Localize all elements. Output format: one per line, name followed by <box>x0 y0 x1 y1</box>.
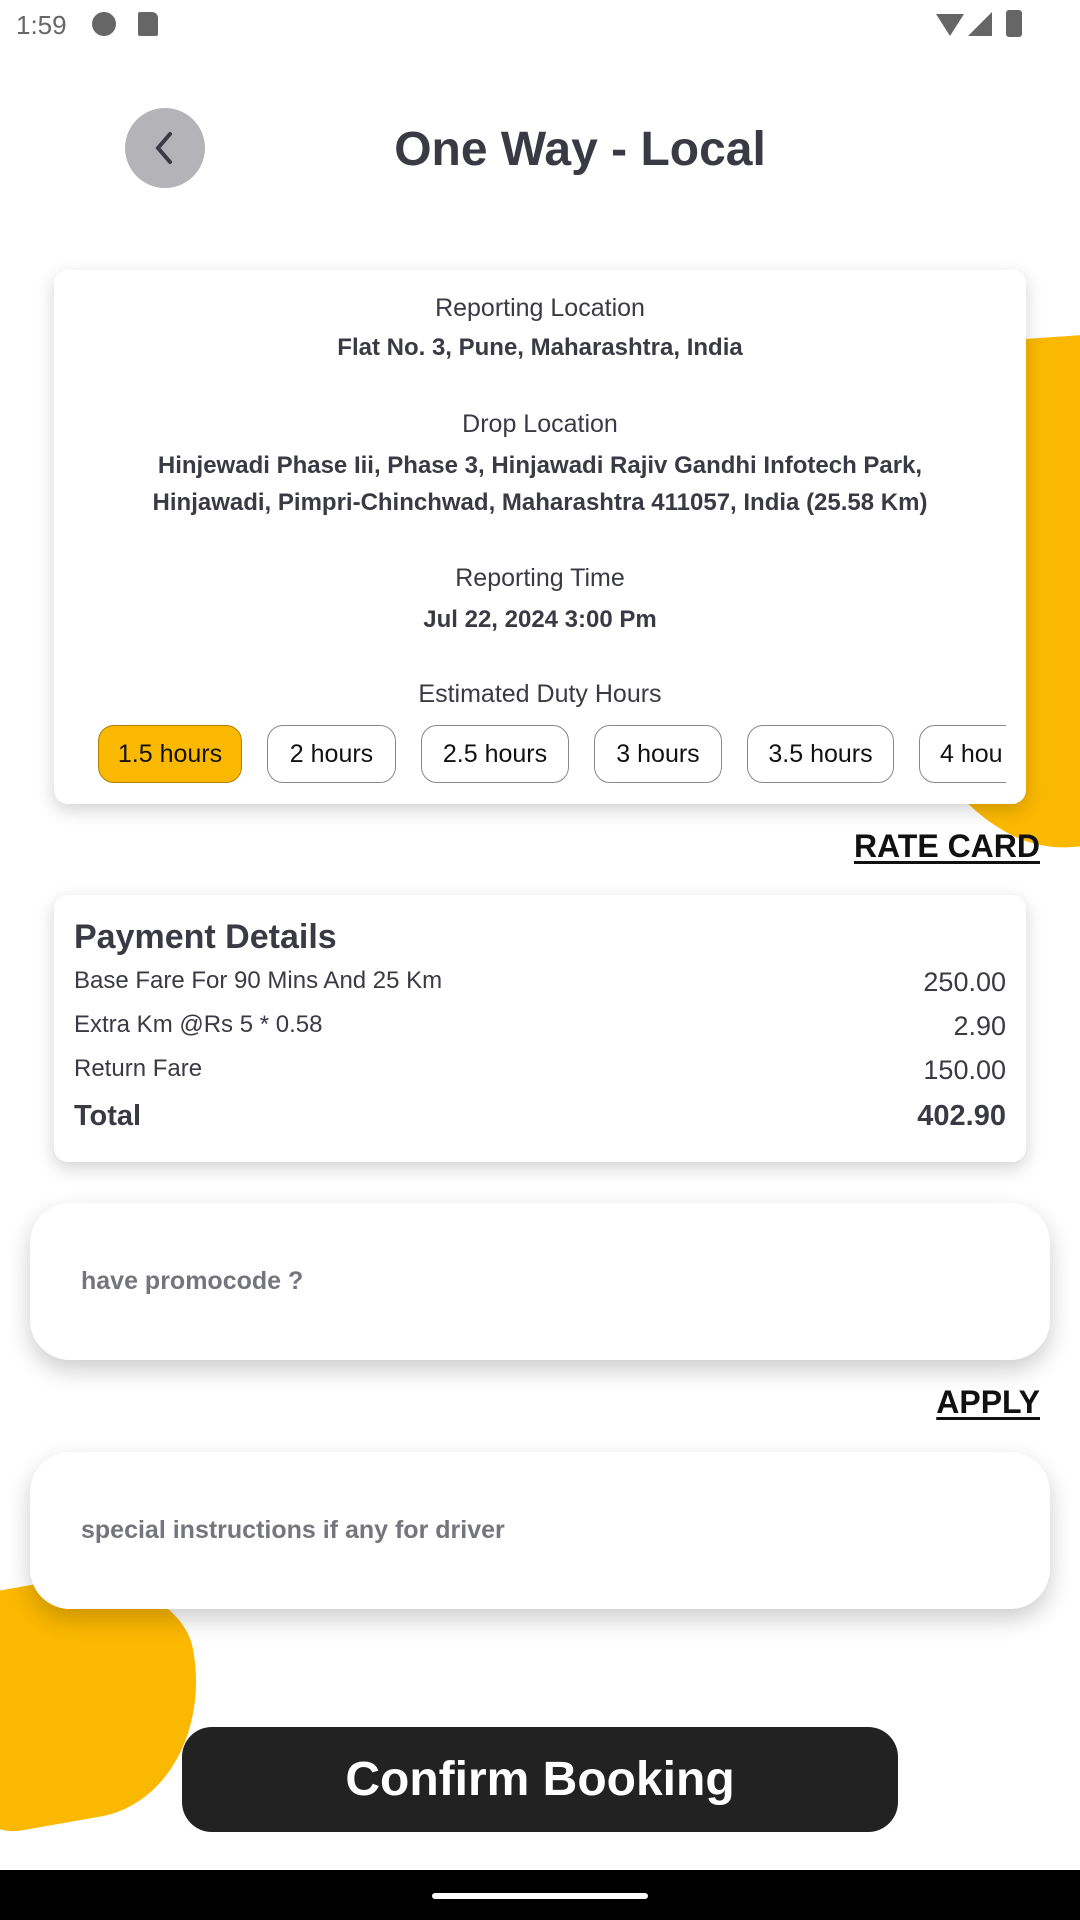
payment-title: Payment Details <box>74 918 337 956</box>
instructions-placeholder: special instructions if any for driver <box>81 1516 505 1544</box>
row-amount: 150.00 <box>923 1055 1006 1085</box>
duty-hours-scroller[interactable]: 1.5 hours 2 hours 2.5 hours 3 hours 3.5 … <box>54 270 1006 804</box>
confirm-booking-button[interactable]: Confirm Booking <box>182 1727 898 1832</box>
face-icon <box>92 12 116 36</box>
sd-card-icon <box>138 12 158 36</box>
promocode-placeholder: have promocode ? <box>81 1267 304 1295</box>
row-amount: 2.90 <box>953 1011 1006 1041</box>
payment-row: Return Fare 150.00 <box>74 1055 1006 1086</box>
duty-chip[interactable]: 3 hours <box>594 725 722 783</box>
status-time: 1:59 <box>16 10 67 40</box>
home-handle[interactable] <box>432 1893 648 1899</box>
rate-card-link[interactable]: RATE CARD <box>854 828 1040 865</box>
total-label: Total <box>74 1100 142 1132</box>
payment-row: Base Fare For 90 Mins And 25 Km 250.00 <box>74 967 1006 998</box>
special-instructions-input[interactable]: special instructions if any for driver <box>30 1452 1050 1609</box>
page-title: One Way - Local <box>394 123 766 176</box>
promocode-input[interactable]: have promocode ? <box>30 1203 1050 1360</box>
duty-chip[interactable]: 2.5 hours <box>421 725 569 783</box>
duty-chip[interactable]: 4 hou <box>919 725 1006 783</box>
confirm-booking-label: Confirm Booking <box>345 1753 735 1806</box>
trip-details-card: Reporting Location Flat No. 3, Pune, Mah… <box>54 270 1026 804</box>
duty-chip-selected[interactable]: 1.5 hours <box>98 725 242 783</box>
apply-promocode-link[interactable]: APPLY <box>936 1384 1040 1421</box>
duty-chip[interactable]: 3.5 hours <box>747 725 894 783</box>
total-amount: 402.90 <box>917 1100 1006 1132</box>
row-label: Base Fare For 90 Mins And 25 Km <box>74 967 443 994</box>
row-label: Extra Km @Rs 5 * 0.58 <box>74 1011 323 1038</box>
status-bar: 1:59 <box>0 0 1080 60</box>
row-amount: 250.00 <box>923 967 1006 997</box>
back-button[interactable] <box>125 108 205 188</box>
wifi-icon <box>936 14 964 36</box>
signal-icon <box>968 12 992 36</box>
battery-icon <box>1006 10 1022 37</box>
payment-row: Extra Km @Rs 5 * 0.58 2.90 <box>74 1011 1006 1042</box>
total-row: Total 402.90 <box>74 1100 1006 1133</box>
chevron-left-icon <box>155 132 172 164</box>
duty-chip[interactable]: 2 hours <box>267 725 396 783</box>
payment-details-card: Payment Details Base Fare For 90 Mins An… <box>54 895 1026 1162</box>
row-label: Return Fare <box>74 1055 203 1082</box>
navigation-bar <box>0 1870 1080 1920</box>
